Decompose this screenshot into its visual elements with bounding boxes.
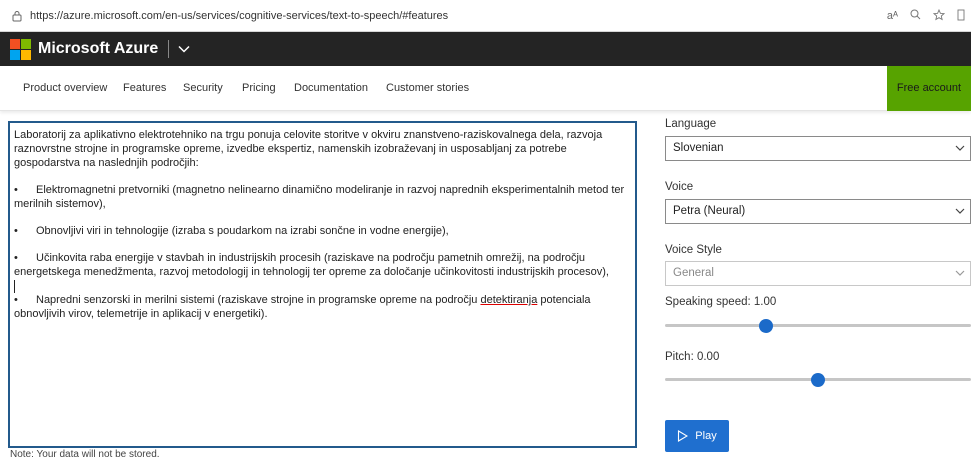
logo-square-yellow (21, 49, 31, 60)
browser-address-bar[interactable]: https://azure.microsoft.com/en-us/servic… (0, 0, 971, 32)
voice-value: Petra (Neural) (673, 205, 746, 217)
logo-square-red (10, 38, 20, 49)
read-aloud-icon[interactable]: aᴬ (887, 10, 898, 22)
speaking-speed-slider[interactable] (665, 319, 971, 333)
voice-style-select[interactable]: General (665, 261, 971, 286)
list-item: • Učinkovita raba energije v stavbah in i… (14, 252, 609, 278)
microsoft-logo-icon[interactable] (10, 38, 31, 60)
misspelled-word[interactable]: detektiranja (480, 294, 537, 306)
slider-thumb[interactable] (811, 373, 825, 387)
speaking-speed-label: Speaking speed: 1.00 (665, 296, 777, 308)
nav-customer-stories[interactable]: Customer stories (386, 66, 469, 111)
text-caret (14, 279, 15, 293)
voice-label: Voice (665, 181, 694, 193)
chevron-down-icon (955, 270, 965, 276)
lock-icon (10, 9, 24, 23)
slider-track (665, 324, 971, 327)
language-label: Language (665, 118, 717, 130)
bullet-mark: • (14, 252, 18, 264)
pitch-slider[interactable] (665, 373, 971, 387)
chevron-down-icon (955, 208, 965, 214)
zoom-icon[interactable] (910, 9, 921, 23)
brand-name[interactable]: Microsoft Azure (38, 40, 158, 58)
nav-features[interactable]: Features (123, 66, 166, 111)
free-account-button[interactable]: Free account (887, 66, 971, 111)
play-icon (678, 430, 689, 442)
chevron-down-icon (955, 145, 965, 151)
bullet-mark: • (14, 294, 18, 306)
slider-thumb[interactable] (759, 319, 773, 333)
logo-square-blue (10, 49, 20, 60)
voice-select[interactable]: Petra (Neural) (665, 199, 971, 224)
intro-paragraph: Laboratorij za aplikativno elektrotehnik… (14, 129, 603, 169)
nav-product-overview[interactable]: Product overview (23, 66, 107, 111)
chevron-down-icon[interactable] (178, 43, 190, 55)
logo-square-green (21, 38, 31, 49)
nav-documentation[interactable]: Documentation (294, 66, 368, 111)
nav-pricing[interactable]: Pricing (242, 66, 276, 111)
language-select[interactable]: Slovenian (665, 136, 971, 161)
text-caret-line (14, 279, 629, 293)
list-item: • Elektromagnetni pretvorniki (magnetno n… (14, 184, 625, 210)
voice-style-value: General (673, 267, 714, 279)
privacy-note: Note: Your data will not be stored. (10, 449, 160, 460)
favorite-star-icon[interactable] (932, 8, 946, 24)
brand-divider (168, 40, 170, 58)
list-item: • Obnovljivi viri in tehnologije (izraba … (14, 225, 449, 237)
pitch-label: Pitch: 0.00 (665, 351, 720, 363)
play-label: Play (695, 430, 717, 442)
voice-style-label: Voice Style (665, 244, 722, 256)
azure-header: Microsoft Azure (0, 32, 971, 66)
play-button[interactable]: Play (665, 420, 729, 452)
product-nav: Product overview Features Security Prici… (0, 66, 971, 111)
url-text[interactable]: https://azure.microsoft.com/en-us/servic… (30, 10, 448, 22)
nav-security[interactable]: Security (183, 66, 223, 111)
bullet-mark: • (14, 184, 18, 196)
list-item: • Napredni senzorski in merilni sistemi (… (14, 294, 591, 320)
language-value: Slovenian (673, 142, 724, 154)
bullet-mark: • (14, 225, 18, 237)
text-input-area[interactable]: Laboratorij za aplikativno elektrotehnik… (8, 121, 637, 448)
collections-icon[interactable] (957, 9, 965, 24)
